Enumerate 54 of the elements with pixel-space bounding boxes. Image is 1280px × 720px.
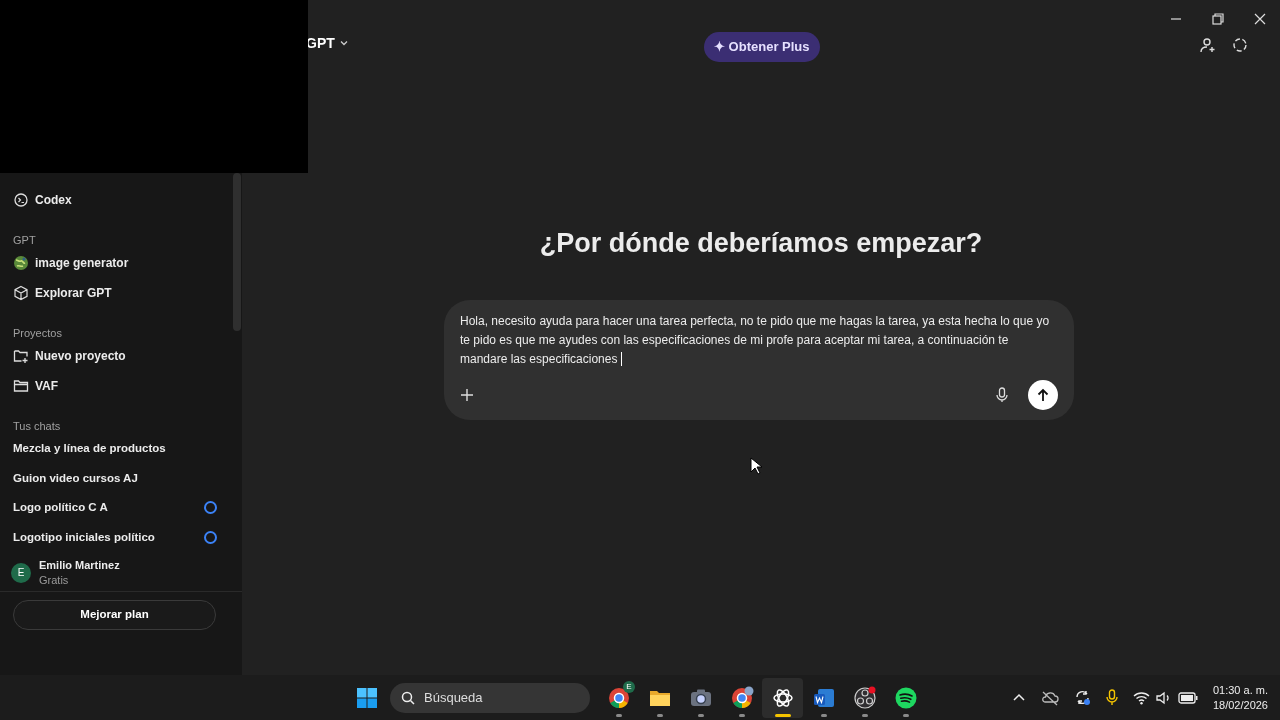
spotify-icon <box>893 685 918 710</box>
battery-icon[interactable] <box>1177 691 1198 704</box>
get-plus-button[interactable]: ✦ Obtener Plus <box>704 32 820 62</box>
send-button[interactable] <box>1028 379 1058 410</box>
mouse-pointer-icon <box>750 457 762 475</box>
chat-item[interactable]: Mezcla y línea de productos <box>0 434 230 464</box>
plus-icon[interactable] <box>460 387 474 402</box>
sync-icon[interactable] <box>1073 689 1091 706</box>
taskbar-app[interactable] <box>762 677 803 718</box>
user-plan: Gratis <box>39 572 70 588</box>
record-disc-icon <box>852 685 877 710</box>
microphone-icon[interactable] <box>1105 689 1118 706</box>
microphone-icon[interactable] <box>996 386 1008 403</box>
user-name: Emilio Martinez <box>39 557 120 573</box>
message-text[interactable]: Hola, necesito ayuda para hacer una tarea perfecta, no te pido que me hagas la tarea, ya esta hecha lo que yo te pido es que me ayudes con las especificaciones de mi profe para aceptar mi tarea, a continuación te mandare las especificaciones <box>460 311 1056 369</box>
sidebar-item[interactable]: image generator <box>0 248 242 278</box>
section-heading: Proyectos <box>12 325 63 341</box>
clock[interactable]: 01:30 a. m. 18/02/2026 <box>1212 682 1268 713</box>
user-avatar[interactable]: E <box>11 562 31 583</box>
cube-icon <box>13 285 29 301</box>
chat-item[interactable]: Logotipo iniciales político <box>0 522 230 552</box>
message-composer[interactable] <box>444 299 1074 420</box>
speaker-icon[interactable] <box>1155 690 1172 705</box>
sidebar-item[interactable]: VAF <box>0 371 242 401</box>
sidebar-item[interactable]: Explorar GPT <box>0 278 242 308</box>
new-folder-icon <box>13 348 29 364</box>
taskbar-search-field[interactable]: Búsqueda <box>390 682 590 713</box>
wifi-icon[interactable] <box>1132 690 1150 705</box>
upgrade-plan-button[interactable]: Mejorar plan <box>13 600 216 630</box>
cloud-off-icon[interactable] <box>1040 689 1059 706</box>
sidebar-item[interactable]: Codex <box>0 185 242 215</box>
scrollbar-thumb[interactable] <box>233 173 241 331</box>
chrome-icon <box>729 685 754 710</box>
chat-item[interactable]: Logo político C A <box>0 493 230 523</box>
chevron-down-icon <box>338 38 349 48</box>
section-heading: Tus chats <box>12 418 62 434</box>
search-icon <box>401 690 415 705</box>
windows-start-icon[interactable] <box>356 686 378 709</box>
terminal-icon <box>13 192 29 208</box>
folder-icon <box>13 378 29 394</box>
taskbar-app[interactable]: E <box>598 677 639 718</box>
temporary-chat-icon[interactable] <box>1232 37 1248 53</box>
globe-icon <box>13 255 29 271</box>
arrow-up-icon <box>1036 387 1050 402</box>
main-heading: ¿Por dónde deberíamos empezar? <box>539 227 983 260</box>
restore-icon[interactable] <box>1212 13 1224 25</box>
sidebar-item[interactable]: Nuevo proyecto <box>0 341 242 371</box>
chat-item[interactable]: Guion video cursos AJ <box>0 463 230 493</box>
add-person-icon[interactable] <box>1200 37 1216 53</box>
chrome-icon <box>606 685 631 710</box>
close-icon[interactable] <box>1254 13 1266 25</box>
section-heading: GPT <box>12 232 37 248</box>
model-selector[interactable]: GPT <box>306 32 349 54</box>
profile-badge: E <box>623 680 635 693</box>
